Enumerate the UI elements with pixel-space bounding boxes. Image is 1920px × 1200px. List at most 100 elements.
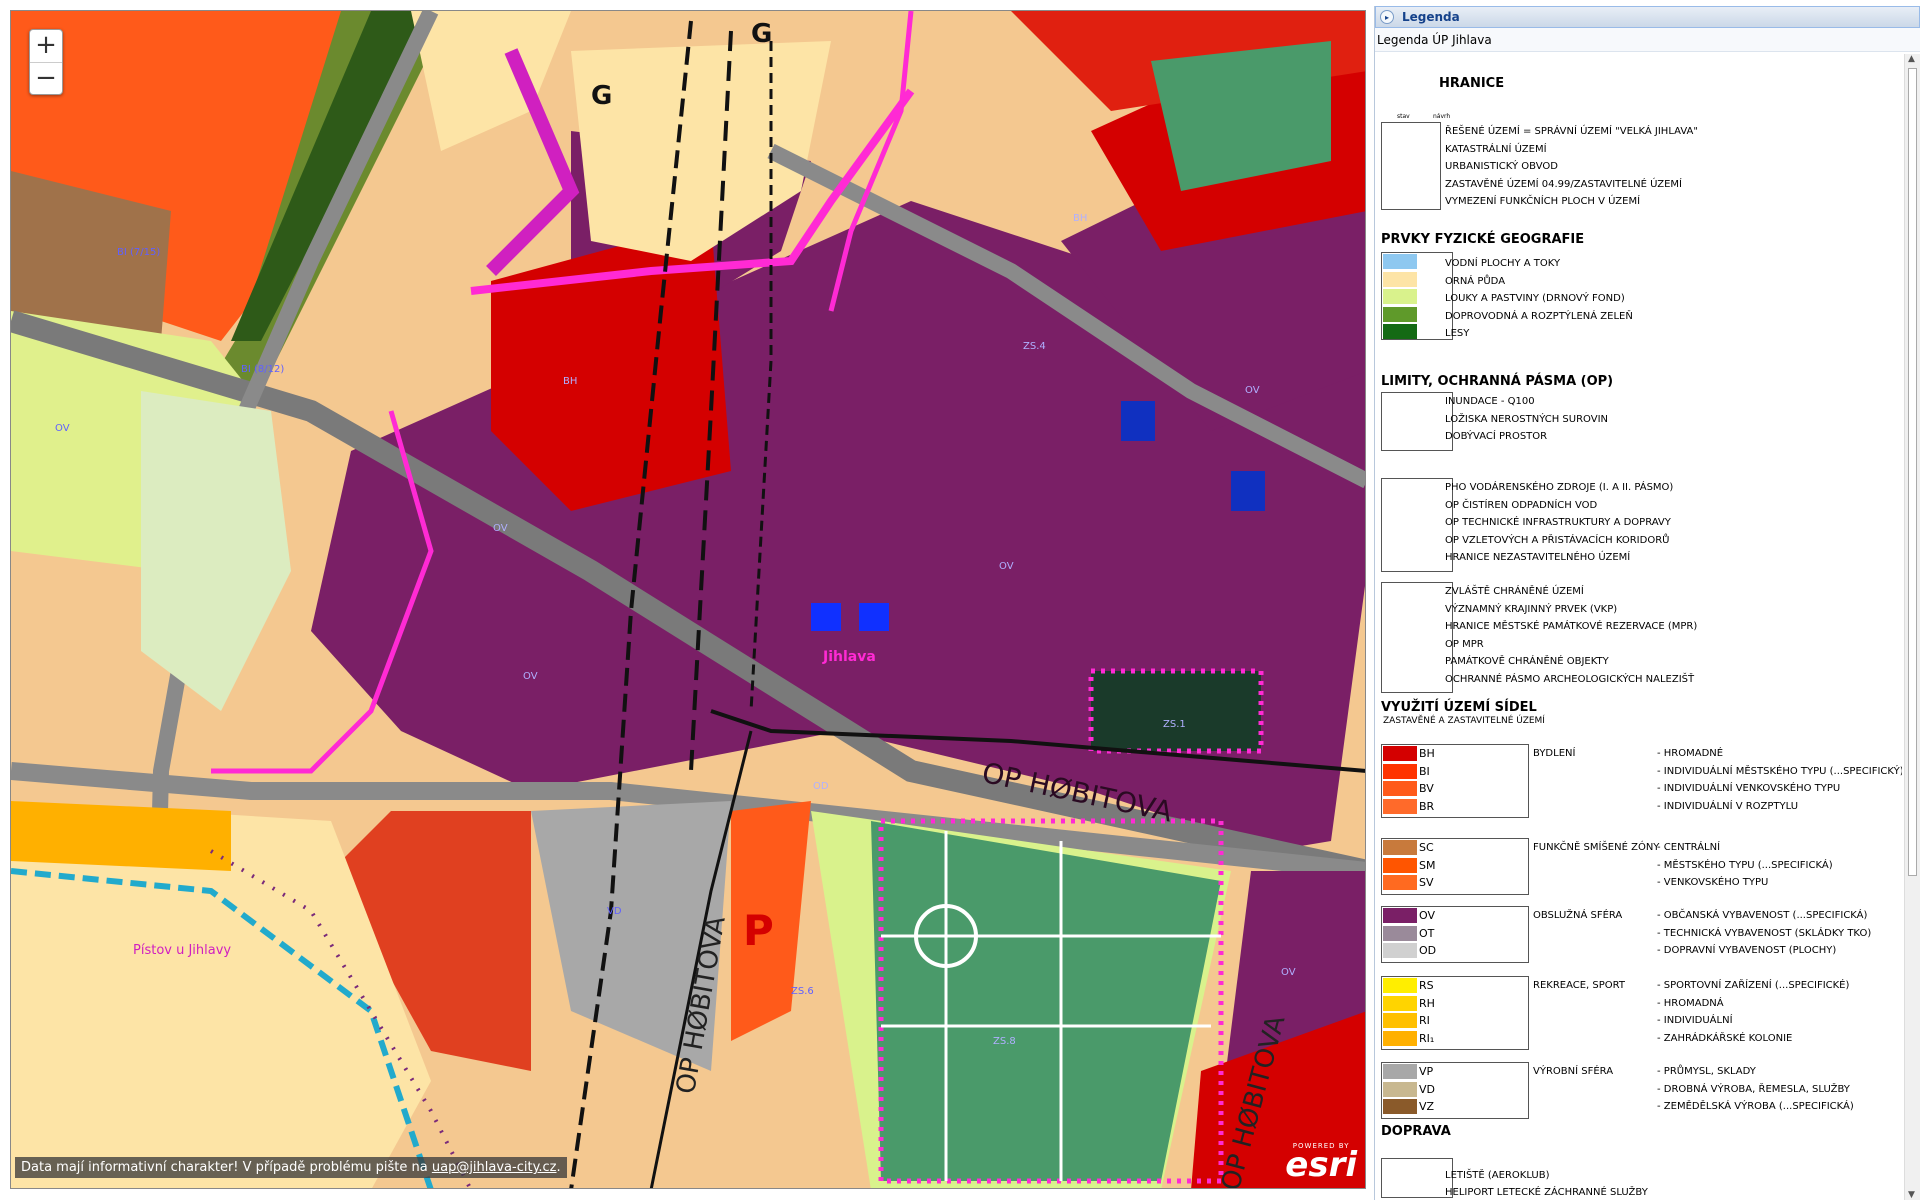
legend-color-swatch xyxy=(1383,978,1417,993)
zoom-control: + − xyxy=(29,29,63,95)
legend-item-label: - INDIVIDUÁLNÍ MĚSTSKÉHO TYPU (...SPECIF… xyxy=(1657,765,1902,777)
legend-item-label: URBANISTICKÝ OBVOD xyxy=(1445,161,1558,172)
legend-color-swatch xyxy=(1383,925,1417,941)
legend-item-label: DOPROVODNÁ A ROZPTÝLENÁ ZELEŇ xyxy=(1445,310,1633,322)
map-label-ov: OV xyxy=(999,561,1014,572)
legend-item-label: - MĚSTSKÉHO TYPU (...SPECIFICKÁ) xyxy=(1657,859,1833,871)
legend-code: BH xyxy=(1419,747,1435,760)
map-label-ov: OV xyxy=(1281,967,1296,978)
legend-color-swatch xyxy=(1383,857,1417,873)
section-subtitle-vyuziti: ZASTAVĚNÉ A ZASTAVITELNÉ ÚZEMÍ xyxy=(1383,716,1545,726)
legend-header[interactable]: ▸ Legenda xyxy=(1375,6,1920,28)
legend-color-swatch xyxy=(1383,324,1417,339)
legend-color-swatch xyxy=(1383,746,1417,761)
legend-swatch xyxy=(1381,582,1453,693)
legend-item-label: KATASTRÁLNÍ ÚZEMÍ xyxy=(1445,143,1547,155)
legend-code: RH xyxy=(1419,996,1435,1010)
disclaimer-email-link[interactable]: uap@jihlava-city.cz xyxy=(432,1160,557,1175)
legend-item-label: - HROMADNÉ xyxy=(1657,748,1724,759)
legend-col-stav: stav xyxy=(1397,113,1410,120)
legend-color-swatch xyxy=(1383,289,1417,304)
legend-color-swatch xyxy=(1383,1013,1417,1028)
map-label-ov: OV xyxy=(1245,385,1260,396)
legend-color-swatch xyxy=(1383,943,1417,958)
map-label-g: G xyxy=(751,19,773,49)
section-title-limity: LIMITY, OCHRANNÁ PÁSMA (OP) xyxy=(1381,374,1614,389)
legend-item-label: ORNÁ PŮDA xyxy=(1445,275,1506,287)
legend-item-label: - OBČANSKÁ VYBAVENOST (...SPECIFICKÁ) xyxy=(1657,910,1868,921)
legend-item-label: LOŽISKA NEROSTNÝCH SUROVIN xyxy=(1445,413,1609,425)
section-title-hranice: HRANICE xyxy=(1439,76,1505,91)
legend-color-swatch xyxy=(1383,995,1417,1011)
collapse-icon[interactable]: ▸ xyxy=(1380,10,1394,24)
legend-item-label: - ZEMĚDĚLSKÁ VÝROBA (...SPECIFICKÁ) xyxy=(1657,1101,1854,1112)
legend-item-label: HELIPORT LETECKÉ ZÁCHRANNÉ SLUŽBY xyxy=(1445,1187,1648,1198)
zoom-in-button[interactable]: + xyxy=(30,30,62,62)
legend-item-label: OP MPR xyxy=(1445,638,1484,650)
legend-panel: ▸ Legenda Legenda ÚP Jihlava HRANICE sta… xyxy=(1374,6,1920,1200)
section-title-vyuziti: VYUŽITÍ ÚZEMÍ SÍDEL xyxy=(1381,700,1537,715)
map-view[interactable]: Jihlava OP HØBITOVA OP HØBITOVA OP HØBIT… xyxy=(10,10,1366,1189)
esri-wordmark: esri xyxy=(1285,1145,1357,1185)
legend-color-swatch xyxy=(1383,763,1417,779)
legend-item-label: - DOPRAVNÍ VYBAVENOST (PLOCHY) xyxy=(1657,945,1837,956)
legend-item-label: - INDIVIDUÁLNÍ V ROZPTYLU xyxy=(1657,800,1799,812)
legend-item-label: - HROMADNÁ xyxy=(1657,997,1724,1009)
map-label-pistov: Pístov u Jihlavy xyxy=(133,943,232,958)
legend-color-swatch xyxy=(1383,271,1417,287)
map-label-ov: OV xyxy=(493,523,508,534)
legend-group-name: VÝROBNÍ SFÉRA xyxy=(1533,1066,1614,1077)
legend-group-name: OBSLUŽNÁ SFÉRA xyxy=(1533,910,1623,921)
legend-item-label: - CENTRÁLNÍ xyxy=(1657,842,1721,853)
map-label-jihlava: Jihlava xyxy=(823,649,876,665)
legend-swatch xyxy=(1381,122,1441,210)
legend-code: OD xyxy=(1419,944,1437,957)
legend-item-label: OP VZLETOVÝCH A PŘISTÁVACÍCH KORIDORŮ xyxy=(1445,534,1670,546)
legend-code: BI xyxy=(1419,764,1430,778)
map-label-zs: ZS.6 xyxy=(791,986,814,997)
disclaimer-bar: Data mají informativní charakter! V příp… xyxy=(15,1157,567,1178)
legend-item-label: LETIŠTĚ (AEROKLUB) xyxy=(1445,1170,1550,1181)
legend-color-swatch xyxy=(1383,781,1417,796)
legend-item-label: OP ČISTÍREN ODPADNÍCH VOD xyxy=(1445,499,1598,511)
legend-item-label: - SPORTOVNÍ ZAŘÍZENÍ (...SPECIFICKÉ) xyxy=(1657,980,1850,991)
legend-item-label: - PRŮMYSL, SKLADY xyxy=(1657,1066,1756,1077)
legend-title: Legenda xyxy=(1402,10,1460,24)
map-label-vd: VD xyxy=(607,906,622,917)
legend-item-label: LESY xyxy=(1445,328,1470,339)
zoom-out-button[interactable]: − xyxy=(30,62,62,94)
legend-scrollbar[interactable]: ▲ ▼ xyxy=(1904,54,1920,1200)
scrollbar-thumb[interactable] xyxy=(1908,68,1917,876)
legend-group-name: BYDLENÍ xyxy=(1533,748,1576,759)
legend-item-label: HRANICE NEZASTAVITELNÉHO ÚZEMÍ xyxy=(1445,552,1631,563)
legend-color-swatch xyxy=(1383,908,1417,923)
legend-item-label: VÝZNAMNÝ KRAJINNÝ PRVEK (VKP) xyxy=(1445,603,1618,615)
legend-group-name: REKREACE, SPORT xyxy=(1533,980,1625,991)
legend-color-swatch xyxy=(1383,1064,1417,1079)
legend-code: VP xyxy=(1419,1065,1434,1078)
legend-code: SV xyxy=(1419,876,1434,889)
legend-item-label: ZVLÁŠTĚ CHRÁNĚNÉ ÚZEMÍ xyxy=(1445,586,1584,597)
legend-code: RI xyxy=(1419,1014,1430,1027)
disclaimer-end: . xyxy=(556,1160,561,1175)
map-label-zs: ZS.4 xyxy=(1023,341,1046,352)
map-label-zs: ZS.8 xyxy=(993,1036,1016,1047)
esri-logo[interactable]: POWERED BY esri xyxy=(1285,1142,1357,1185)
legend-item-label: DOBÝVACÍ PROSTOR xyxy=(1445,431,1548,442)
legend-color-swatch xyxy=(1383,1081,1417,1097)
section-title-geografie: PRVKY FYZICKÉ GEOGRAFIE xyxy=(1381,232,1585,247)
legend-item-label: VODNÍ PLOCHY A TOKY xyxy=(1445,258,1561,269)
legend-swatch xyxy=(1381,478,1453,572)
map-label-ov: OV xyxy=(523,671,538,682)
legend-item-label: ŘEŠENÉ ÚZEMÍ = SPRÁVNÍ ÚZEMÍ "VELKÁ JIHL… xyxy=(1445,126,1698,137)
legend-code: VD xyxy=(1419,1082,1435,1096)
legend-item-label: PAMÁTKOVĚ CHRÁNĚNÉ OBJEKTY xyxy=(1445,656,1609,667)
map-label-g: G xyxy=(591,81,613,111)
legend-code: RS xyxy=(1419,979,1434,992)
legend-code: BR xyxy=(1419,799,1435,813)
legend-code: SM xyxy=(1419,858,1436,872)
legend-item-label: - VENKOVSKÉHO TYPU xyxy=(1657,877,1769,888)
legend-color-swatch xyxy=(1383,306,1417,322)
legend-color-swatch xyxy=(1383,254,1417,269)
legend-code: OV xyxy=(1419,909,1435,922)
